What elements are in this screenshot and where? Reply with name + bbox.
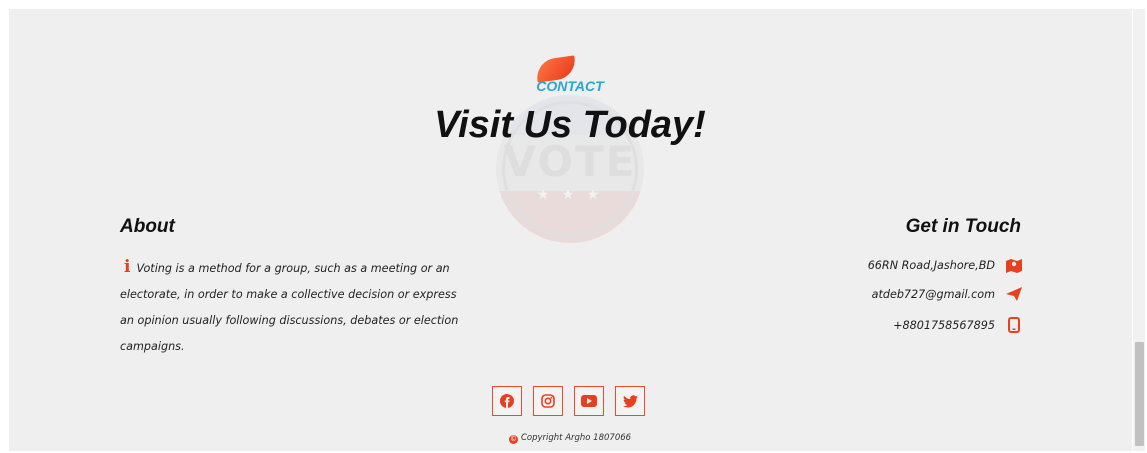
email-text[interactable]: atdeb727@gmail.com bbox=[872, 288, 995, 301]
scrollbar-thumb[interactable] bbox=[1135, 342, 1144, 446]
send-icon bbox=[1003, 287, 1025, 301]
phone-item[interactable]: +8801758567895 bbox=[893, 315, 1025, 335]
phone-text[interactable]: +8801758567895 bbox=[893, 319, 995, 332]
info-icon: i bbox=[124, 257, 131, 277]
about-text: Voting is a method for a group, such as … bbox=[120, 262, 459, 353]
address-text: 66RN Road,Jashore,BD bbox=[867, 258, 995, 272]
copyright-text: Copyright Argho 1807066 bbox=[520, 433, 632, 443]
address-item: 66RN Road,Jashore,BD bbox=[868, 255, 1025, 275]
page-title: Visit Us Today! bbox=[434, 104, 706, 146]
youtube-icon bbox=[581, 395, 597, 407]
section-label: CONTACT bbox=[536, 78, 604, 94]
instagram-link[interactable] bbox=[533, 386, 563, 416]
facebook-link[interactable] bbox=[492, 386, 522, 416]
instagram-icon bbox=[541, 394, 555, 408]
email-item[interactable]: atdeb727@gmail.com bbox=[872, 284, 1025, 304]
about-text-block: i Voting is a method for a group, such as… bbox=[120, 254, 460, 360]
about-heading: About bbox=[120, 216, 175, 237]
map-icon bbox=[1003, 258, 1025, 273]
social-links bbox=[492, 386, 645, 416]
copyright: © Copyright Argho 1807066 bbox=[0, 433, 1140, 444]
watermark-stars: ★ ★ ★ bbox=[536, 187, 604, 203]
phone-icon bbox=[1003, 317, 1025, 333]
contact-heading: Get in Touch bbox=[905, 216, 1021, 237]
twitter-icon bbox=[622, 394, 638, 407]
copyright-icon: © bbox=[508, 435, 518, 444]
facebook-icon bbox=[500, 394, 514, 408]
youtube-link[interactable] bbox=[574, 386, 604, 416]
twitter-link[interactable] bbox=[615, 386, 645, 416]
